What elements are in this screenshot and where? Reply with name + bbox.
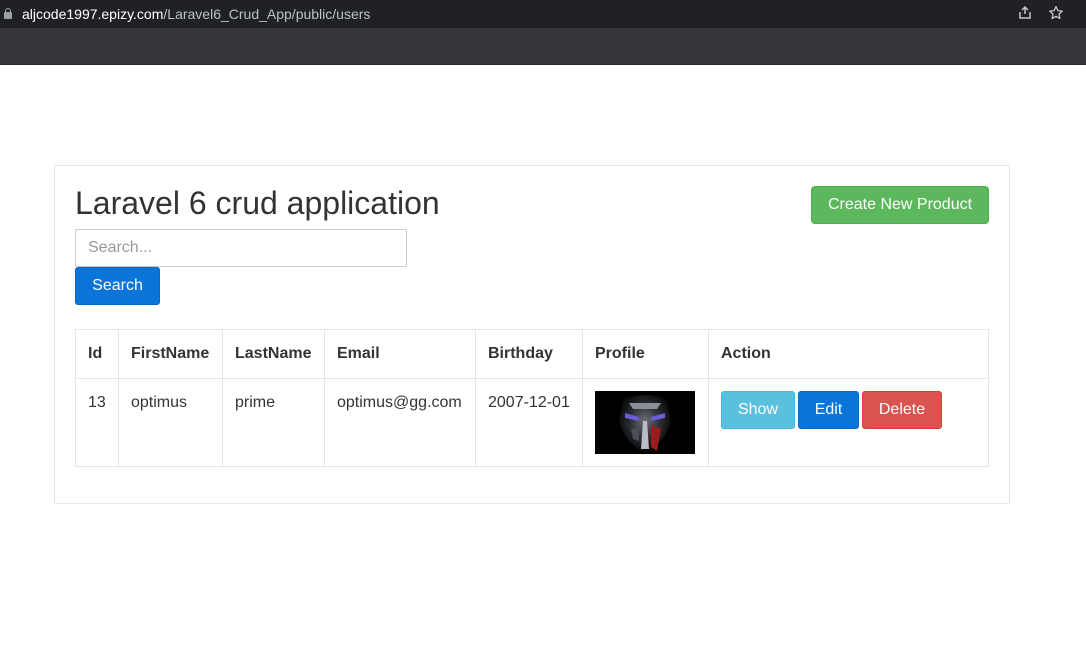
share-icon[interactable]	[1016, 5, 1034, 23]
header-birthday: Birthday	[475, 329, 583, 379]
url-field[interactable]: aljcode1997.epizy.com/Laravel6_Crud_App/…	[22, 6, 370, 22]
search-button[interactable]: Search	[75, 267, 160, 305]
delete-button[interactable]: Delete	[862, 391, 942, 429]
page-title: Laravel 6 crud application	[75, 185, 440, 221]
lock-icon[interactable]	[4, 8, 12, 19]
edit-button[interactable]: Edit	[798, 391, 859, 429]
header-lastname: LastName	[222, 329, 325, 379]
cell-actions: Show Edit Delete	[708, 378, 989, 467]
header-profile: Profile	[582, 329, 709, 379]
cell-email: optimus@gg.com	[324, 378, 476, 467]
show-button[interactable]: Show	[721, 391, 795, 429]
cell-profile	[582, 378, 709, 467]
header-email: Email	[324, 329, 476, 379]
profile-image	[595, 391, 695, 454]
content-card: Laravel 6 crud application Create New Pr…	[54, 165, 1010, 504]
browser-address-bar: aljcode1997.epizy.com/Laravel6_Crud_App/…	[0, 0, 1086, 28]
cell-firstname: optimus	[118, 378, 223, 467]
cell-id: 13	[75, 378, 119, 467]
bookmarks-bar	[0, 28, 1086, 65]
cell-birthday: 2007-12-01	[475, 378, 583, 467]
cell-lastname: prime	[222, 378, 325, 467]
header-action: Action	[708, 329, 989, 379]
create-new-product-button[interactable]: Create New Product	[811, 186, 989, 224]
header-firstname: FirstName	[118, 329, 223, 379]
table-header-row: Id FirstName LastName Email Birthday Pro…	[75, 329, 989, 379]
table-row: 13 optimus prime optimus@gg.com 2007-12-…	[75, 378, 989, 467]
header-id: Id	[75, 329, 119, 379]
users-table: Id FirstName LastName Email Birthday Pro…	[75, 329, 989, 467]
star-icon[interactable]	[1047, 5, 1065, 23]
search-input[interactable]	[75, 229, 407, 267]
